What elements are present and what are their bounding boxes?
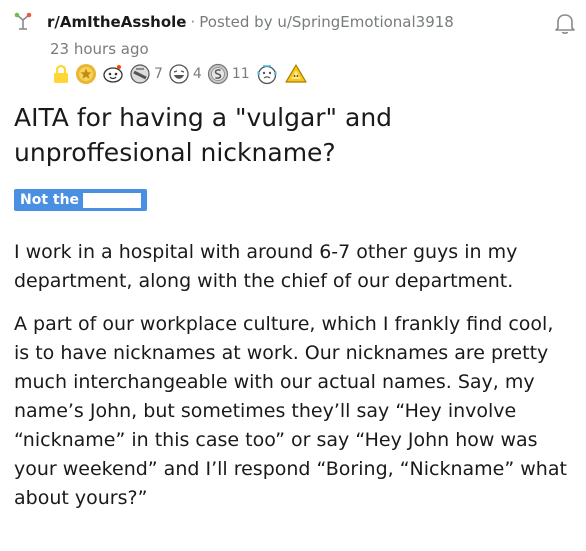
tearing-up-award-icon <box>255 63 279 85</box>
silver-award[interactable]: 11 <box>207 63 250 85</box>
flair-label: Not the <box>20 192 80 208</box>
laughing-award-count: 4 <box>192 66 202 82</box>
posted-by-author[interactable]: Posted by u/SpringEmotional3918 <box>199 13 454 31</box>
body-paragraph: I work in a hospital with around 6-7 oth… <box>14 241 518 292</box>
lock-icon <box>52 64 70 84</box>
silver-award-icon <box>207 63 229 85</box>
bell-icon[interactable] <box>552 10 578 36</box>
body-paragraph: A part of our workplace culture, which I… <box>14 313 567 509</box>
facepalm-award-icon <box>129 63 151 85</box>
lock-award <box>52 64 70 84</box>
post-flair[interactable]: Not the <box>14 189 148 211</box>
laughing-award-icon <box>168 63 190 85</box>
facepalm-award-count: 7 <box>154 66 163 82</box>
post-meta: r/AmItheAsshole · Posted by u/SpringEmotio… <box>47 12 454 32</box>
facepalm-award[interactable]: 7 <box>129 63 163 85</box>
gold-award[interactable] <box>75 63 97 85</box>
post-header: r/AmItheAsshole · Posted by u/SpringEmotio… <box>13 10 578 40</box>
silver-award-count: 11 <box>231 66 250 82</box>
post-timestamp: 23 hours ago <box>50 40 149 58</box>
wholesome-award[interactable] <box>102 63 124 85</box>
tearing-up-award[interactable] <box>255 63 279 85</box>
gold-award-icon <box>75 63 97 85</box>
meta-separator: · <box>190 13 196 31</box>
post-body: I work in a hospital with around 6-7 oth… <box>14 238 574 527</box>
flair-redaction <box>83 192 142 208</box>
subreddit-icon[interactable] <box>13 11 33 31</box>
subreddit-link[interactable]: r/AmItheAsshole <box>47 13 186 31</box>
wholesome-award-icon <box>102 63 124 85</box>
post-title[interactable]: AITA for having a "vulgar" and unproffes… <box>14 100 574 170</box>
gold-triangle-award-icon <box>284 63 308 85</box>
awards-row[interactable]: 7 4 11 <box>52 63 308 85</box>
laughing-award[interactable]: 4 <box>168 63 202 85</box>
gold-triangle-award[interactable] <box>284 63 308 85</box>
